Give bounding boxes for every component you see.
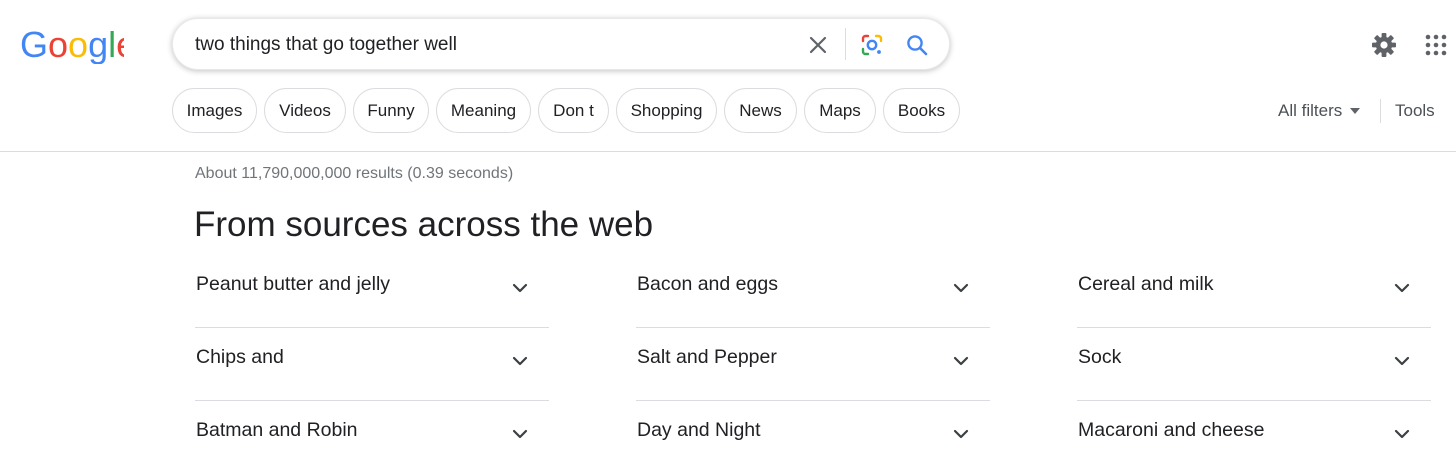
chip-videos[interactable]: Videos — [264, 88, 346, 133]
caret-down-icon[interactable] — [1349, 106, 1361, 116]
svg-text:Google: Google — [20, 26, 124, 64]
chevron-down-icon[interactable] — [1393, 428, 1411, 440]
google-lens-icon[interactable] — [859, 32, 885, 58]
chip-news[interactable]: News — [724, 88, 797, 133]
accordion-item-label: Macaroni and cheese — [1078, 419, 1265, 441]
chevron-down-icon[interactable] — [952, 355, 970, 367]
accordion-item[interactable]: Macaroni and cheese — [1077, 401, 1431, 474]
accordion-item[interactable]: Peanut butter and jelly — [195, 255, 549, 328]
accordion-item[interactable]: Sock — [1077, 328, 1431, 401]
accordion-item-label: Cereal and milk — [1078, 273, 1214, 295]
chip-meaning[interactable]: Meaning — [436, 88, 531, 133]
filters-divider — [1380, 99, 1381, 123]
chevron-down-icon[interactable] — [511, 355, 529, 367]
accordion-item-label: Chips and — [196, 346, 284, 368]
chevron-down-icon[interactable] — [511, 282, 529, 294]
all-filters-button[interactable]: All filters — [1278, 98, 1342, 124]
accordion-item[interactable]: Chips and — [195, 328, 549, 401]
chevron-down-icon[interactable] — [952, 428, 970, 440]
accordion-item-label: Peanut butter and jelly — [196, 273, 391, 295]
gear-icon[interactable] — [1370, 31, 1398, 59]
accordion-item-label: Bacon and eggs — [637, 273, 778, 295]
accordion-item[interactable]: Bacon and eggs — [636, 255, 990, 328]
chevron-down-icon[interactable] — [511, 428, 529, 440]
chevron-down-icon[interactable] — [1393, 355, 1411, 367]
search-box[interactable] — [172, 18, 950, 70]
google-logo[interactable]: Google — [20, 26, 124, 64]
result-stats: About 11,790,000,000 results (0.39 secon… — [195, 165, 514, 182]
accordion-item[interactable]: Batman and Robin — [195, 401, 549, 474]
apps-grid-icon[interactable] — [1424, 33, 1448, 57]
accordion-item-label: Sock — [1078, 346, 1122, 368]
search-divider — [845, 28, 846, 60]
accordion-item-label: Day and Night — [637, 419, 761, 441]
header-divider — [0, 151, 1456, 152]
accordion-item[interactable]: Day and Night — [636, 401, 990, 474]
accordion-item[interactable]: Salt and Pepper — [636, 328, 990, 401]
search-icon[interactable] — [904, 32, 930, 58]
chevron-down-icon[interactable] — [1393, 282, 1411, 294]
section-heading: From sources across the web — [194, 205, 654, 244]
chip-maps[interactable]: Maps — [804, 88, 876, 133]
chip-images[interactable]: Images — [172, 88, 257, 133]
search-input[interactable] — [195, 31, 775, 59]
chip-books[interactable]: Books — [883, 88, 960, 133]
tools-button[interactable]: Tools — [1395, 98, 1435, 124]
chevron-down-icon[interactable] — [952, 282, 970, 294]
accordion-item-label: Salt and Pepper — [637, 346, 777, 368]
accordion-item[interactable]: Cereal and milk — [1077, 255, 1431, 328]
accordion-item-label: Batman and Robin — [196, 419, 358, 441]
close-icon[interactable] — [805, 32, 831, 58]
chip-dont[interactable]: Don t — [538, 88, 609, 133]
chip-funny[interactable]: Funny — [353, 88, 429, 133]
chip-shopping[interactable]: Shopping — [616, 88, 717, 133]
